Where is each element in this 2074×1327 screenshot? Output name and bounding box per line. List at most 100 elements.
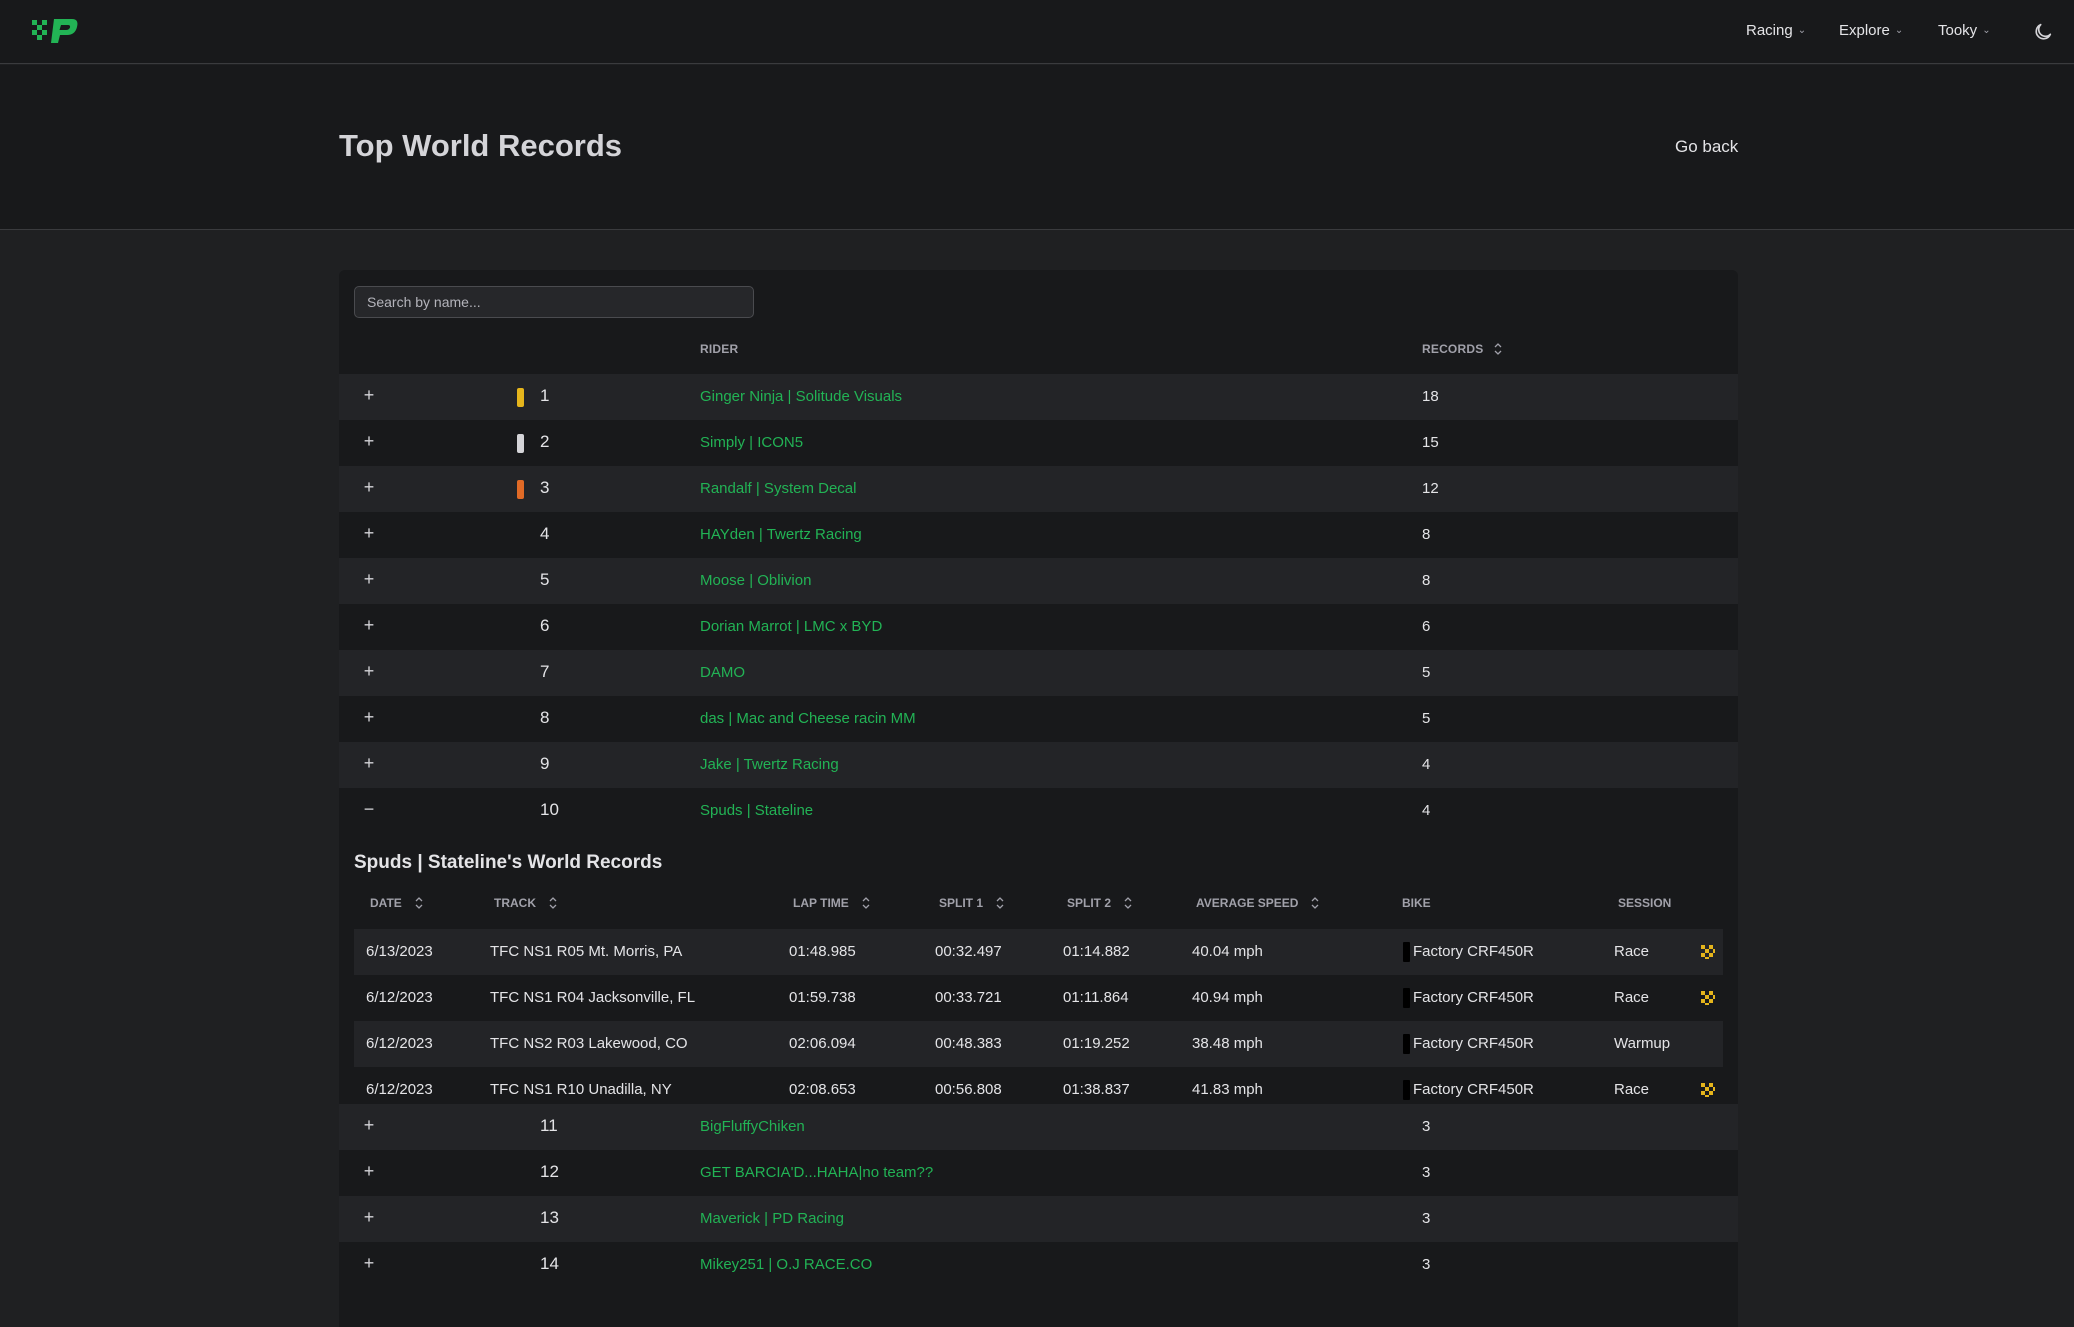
record-date: 6/12/2023 [366, 1035, 433, 1052]
record-split2: 01:11.864 [1063, 989, 1129, 1006]
table-row[interactable]: +7 DAMO 5 [339, 650, 1738, 696]
expand-toggle-icon[interactable]: + [361, 477, 377, 498]
rider-link[interactable]: Jake | Twertz Racing [700, 756, 839, 773]
rider-link[interactable]: Moose | Oblivion [700, 572, 811, 589]
sort-icon[interactable] [1310, 896, 1320, 910]
table-row[interactable]: +14 Mikey251 | O.J RACE.CO 3 [339, 1242, 1738, 1288]
table-row[interactable]: +5 Moose | Oblivion 8 [339, 558, 1738, 604]
split1-column-header[interactable]: SPLIT 1 [939, 896, 1005, 910]
rider-link[interactable]: Mikey251 | O.J RACE.CO [700, 1256, 872, 1273]
expand-toggle-icon[interactable]: + [361, 523, 377, 544]
rider-link[interactable]: HAYden | Twertz Racing [700, 526, 862, 543]
record-row[interactable]: 6/12/2023 TFC NS1 R04 Jacksonville, FL 01:… [354, 975, 1723, 1021]
records-count: 4 [1422, 756, 1431, 773]
avg-speed-column-header[interactable]: AVERAGE SPEED [1196, 896, 1320, 910]
rider-link[interactable]: DAMO [700, 664, 745, 681]
records-count: 5 [1422, 664, 1431, 681]
record-avg-speed: 38.48 mph [1192, 1035, 1263, 1052]
rider-link[interactable]: BigFluffyChiken [700, 1118, 805, 1135]
record-session: Warmup [1614, 1035, 1671, 1052]
checkered-flag-icon [1701, 991, 1715, 1005]
date-column-header[interactable]: DATE [370, 896, 424, 910]
records-panel: RIDER RECORDS +1 Ginger Ninja | Solitude … [339, 270, 1738, 1327]
record-track: TFC NS2 R03 Lakewood, CO [490, 1035, 688, 1052]
rider-link[interactable]: das | Mac and Cheese racin MM [700, 710, 916, 727]
rider-link[interactable]: Spuds | Stateline [700, 802, 813, 819]
record-avg-speed: 40.94 mph [1192, 989, 1263, 1006]
chevron-down-icon: ⌄ [1797, 25, 1807, 36]
table-row[interactable]: +11 BigFluffyChiken 3 [339, 1104, 1738, 1150]
records-count: 6 [1422, 618, 1431, 635]
record-split2: 01:38.837 [1063, 1081, 1130, 1098]
logo-icon[interactable] [30, 16, 80, 48]
split2-column-header[interactable]: SPLIT 2 [1067, 896, 1133, 910]
rank-medal-icon [517, 480, 524, 499]
table-row[interactable]: +6 Dorian Marrot | LMC x BYD 6 [339, 604, 1738, 650]
table-row[interactable]: +2 Simply | ICON5 15 [339, 420, 1738, 466]
record-row[interactable]: 6/12/2023 TFC NS2 R03 Lakewood, CO 02:06.0… [354, 1021, 1723, 1067]
sort-icon[interactable] [1493, 342, 1503, 356]
rider-link[interactable]: Dorian Marrot | LMC x BYD [700, 618, 882, 635]
sort-icon[interactable] [548, 896, 558, 910]
bike-header-label: BIKE [1402, 896, 1431, 910]
sort-icon[interactable] [861, 896, 871, 910]
nav-explore-label: Explore [1839, 22, 1890, 39]
expand-toggle-icon[interactable]: + [361, 615, 377, 636]
record-bike: Factory CRF450R [1413, 1035, 1534, 1052]
table-row[interactable]: +3 Randalf | System Decal 12 [339, 466, 1738, 512]
lap-time-header-label: LAP TIME [793, 896, 849, 910]
expand-toggle-icon[interactable]: + [361, 661, 377, 682]
rank-number: 10 [540, 800, 559, 819]
table-row[interactable]: +8 das | Mac and Cheese racin MM 5 [339, 696, 1738, 742]
expand-toggle-icon[interactable]: − [361, 799, 377, 820]
bike-column-header: BIKE [1402, 896, 1431, 910]
sort-icon[interactable] [995, 896, 1005, 910]
table-row[interactable]: +9 Jake | Twertz Racing 4 [339, 742, 1738, 788]
record-track: TFC NS1 R05 Mt. Morris, PA [490, 943, 683, 960]
expand-toggle-icon[interactable]: + [361, 431, 377, 452]
records-count: 3 [1422, 1118, 1431, 1135]
table-row[interactable]: − 10 Spuds | Stateline 4 [339, 788, 1738, 834]
records-count: 8 [1422, 572, 1431, 589]
rank-number: 3 [540, 478, 550, 497]
expand-toggle-icon[interactable]: + [361, 1253, 377, 1274]
go-back-link[interactable]: Go back [1675, 137, 1738, 157]
rank-medal-icon [517, 388, 524, 407]
record-date: 6/13/2023 [366, 943, 433, 960]
expand-toggle-icon[interactable]: + [361, 707, 377, 728]
expand-toggle-icon[interactable]: + [361, 385, 377, 406]
nav-user-label: Tooky [1938, 22, 1978, 39]
record-row[interactable]: 6/13/2023 TFC NS1 R05 Mt. Morris, PA 01:48… [354, 929, 1723, 975]
rider-link[interactable]: Randalf | System Decal [700, 480, 856, 497]
table-row[interactable]: +1 Ginger Ninja | Solitude Visuals 18 [339, 374, 1738, 420]
expand-toggle-icon[interactable]: + [361, 1115, 377, 1136]
rank-number: 4 [540, 524, 550, 543]
track-column-header[interactable]: TRACK [494, 896, 558, 910]
rider-link[interactable]: Maverick | PD Racing [700, 1210, 844, 1227]
checkered-flag-icon [1701, 945, 1715, 959]
rider-link[interactable]: GET BARCIA'D...HAHA|no team?? [700, 1164, 933, 1181]
table-row[interactable]: +13 Maverick | PD Racing 3 [339, 1196, 1738, 1242]
nav-explore[interactable]: Explore ⌄ [1839, 22, 1903, 39]
table-row[interactable]: +4 HAYden | Twertz Racing 8 [339, 512, 1738, 558]
records-count: 3 [1422, 1256, 1431, 1273]
table-row[interactable]: +12 GET BARCIA'D...HAHA|no team?? 3 [339, 1150, 1738, 1196]
lap-time-column-header[interactable]: LAP TIME [793, 896, 871, 910]
sort-icon[interactable] [1123, 896, 1133, 910]
expand-toggle-icon[interactable]: + [361, 1161, 377, 1182]
expand-toggle-icon[interactable]: + [361, 569, 377, 590]
nav-user[interactable]: Tooky ⌄ [1938, 22, 1991, 39]
nav-racing[interactable]: Racing ⌄ [1746, 22, 1806, 39]
records-column-header[interactable]: RECORDS [1422, 342, 1503, 356]
split2-header-label: SPLIT 2 [1067, 896, 1112, 910]
expand-toggle-icon[interactable]: + [361, 1207, 377, 1228]
expand-toggle-icon[interactable]: + [361, 753, 377, 774]
expanded-title: Spuds | Stateline's World Records [354, 852, 663, 873]
record-split2: 01:14.882 [1063, 943, 1130, 960]
search-input[interactable] [354, 286, 754, 318]
sort-icon[interactable] [414, 896, 424, 910]
record-lap-time: 02:06.094 [789, 1035, 856, 1052]
rider-link[interactable]: Ginger Ninja | Solitude Visuals [700, 388, 902, 405]
moon-icon[interactable] [2032, 21, 2054, 43]
rider-link[interactable]: Simply | ICON5 [700, 434, 803, 451]
